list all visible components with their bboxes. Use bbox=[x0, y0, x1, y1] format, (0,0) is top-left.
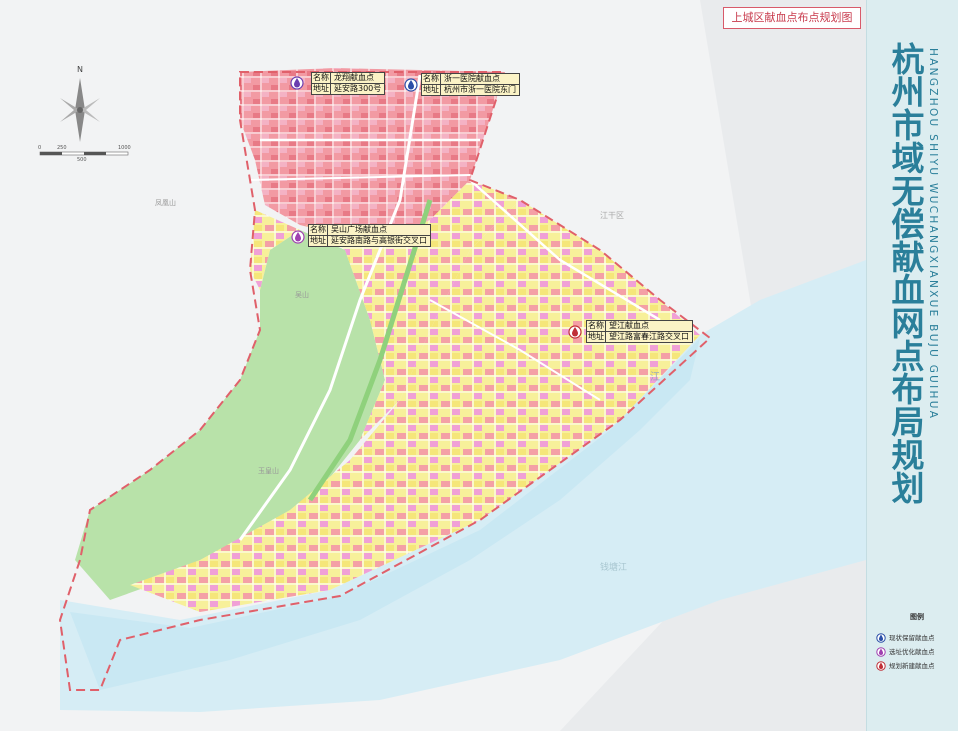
scale-label-0: 0 bbox=[38, 145, 42, 151]
place-label-jiang: 江 bbox=[650, 372, 660, 383]
place-label-qiantangjiang: 钱塘江 bbox=[600, 563, 628, 573]
place-label-fenghuangshan: 凤凰山 bbox=[155, 199, 176, 207]
place-label-wushan: 吴山 bbox=[295, 291, 309, 299]
blood-drop-icon[interactable] bbox=[568, 323, 582, 339]
blood-drop-icon bbox=[876, 632, 886, 643]
legend-label: 规划新建献血点 bbox=[889, 662, 935, 670]
blood-drop-icon bbox=[876, 660, 886, 671]
callout-name-key: 名称 bbox=[423, 74, 441, 84]
callout-wangjiang[interactable]: 名称 望江献血点 地址 望江路富春江路交叉口 bbox=[586, 320, 693, 343]
legend-label: 现状保留献血点 bbox=[889, 634, 935, 642]
scale-label-500: 500 bbox=[77, 157, 87, 163]
callout-name-key: 名称 bbox=[313, 73, 331, 83]
callout-addr-key: 地址 bbox=[310, 236, 328, 246]
callout-name-key: 名称 bbox=[310, 225, 328, 235]
land-use-map: N bbox=[0, 0, 866, 731]
callout-zheyi[interactable]: 名称 浙一医院献血点 地址 杭州市浙一医院东门 bbox=[421, 73, 520, 96]
callout-longxiang[interactable]: 名称 龙翔献血点 地址 延安路300号 bbox=[311, 72, 386, 95]
legend-item-optimize: 选址优化献血点 bbox=[876, 644, 958, 658]
callout-addr-key: 地址 bbox=[588, 332, 606, 342]
callout-name: 浙一医院献血点 bbox=[444, 74, 500, 83]
blood-drop-icon[interactable] bbox=[290, 74, 304, 90]
scale-label-250: 250 bbox=[57, 145, 67, 151]
callout-name-key: 名称 bbox=[588, 321, 606, 331]
legend-title: 图例 bbox=[910, 613, 924, 621]
north-label: N bbox=[77, 65, 83, 74]
map-canvas: N 0 250 500 1000 凤凰山 玉皇山 钱塘江 江干区 吴山 钱 江 … bbox=[0, 0, 958, 731]
callout-address: 杭州市浙一医院东门 bbox=[444, 85, 516, 94]
callout-wushan[interactable]: 名称 吴山广场献血点 地址 延安路南路与高银街交叉口 bbox=[308, 224, 431, 247]
place-label-jianggan: 江干区 bbox=[600, 211, 624, 220]
blood-drop-icon bbox=[876, 646, 886, 657]
callout-name: 望江献血点 bbox=[609, 321, 649, 330]
scale-label-1000: 1000 bbox=[118, 145, 131, 151]
scale-bar bbox=[39, 151, 129, 156]
map-subtitle: 上城区献血点布点规划图 bbox=[723, 7, 861, 29]
callout-address: 延安路南路与高银街交叉口 bbox=[331, 236, 427, 245]
map-title: 杭州市域无偿献血网点布局规划 bbox=[886, 42, 925, 504]
legend: 图例 现状保留献血点 选址优化献血点 规划新建献血点 bbox=[876, 612, 958, 672]
legend-label: 选址优化献血点 bbox=[889, 648, 935, 656]
callout-addr-key: 地址 bbox=[313, 84, 331, 94]
map-title-english: HANGZHOU SHIYU WUCHANGXIANXUE BUJU GUIHU… bbox=[927, 48, 939, 421]
callout-address: 延安路300号 bbox=[334, 84, 382, 93]
blood-drop-icon[interactable] bbox=[291, 228, 305, 244]
place-label-yuhuangshan: 玉皇山 bbox=[258, 467, 279, 475]
callout-name: 龙翔献血点 bbox=[334, 73, 374, 82]
callout-name: 吴山广场献血点 bbox=[331, 225, 387, 234]
callout-addr-key: 地址 bbox=[423, 85, 441, 95]
blood-drop-icon[interactable] bbox=[404, 76, 418, 92]
legend-item-existing: 现状保留献血点 bbox=[876, 630, 958, 644]
callout-address: 望江路富春江路交叉口 bbox=[609, 332, 689, 341]
legend-item-new: 规划新建献血点 bbox=[876, 658, 958, 672]
